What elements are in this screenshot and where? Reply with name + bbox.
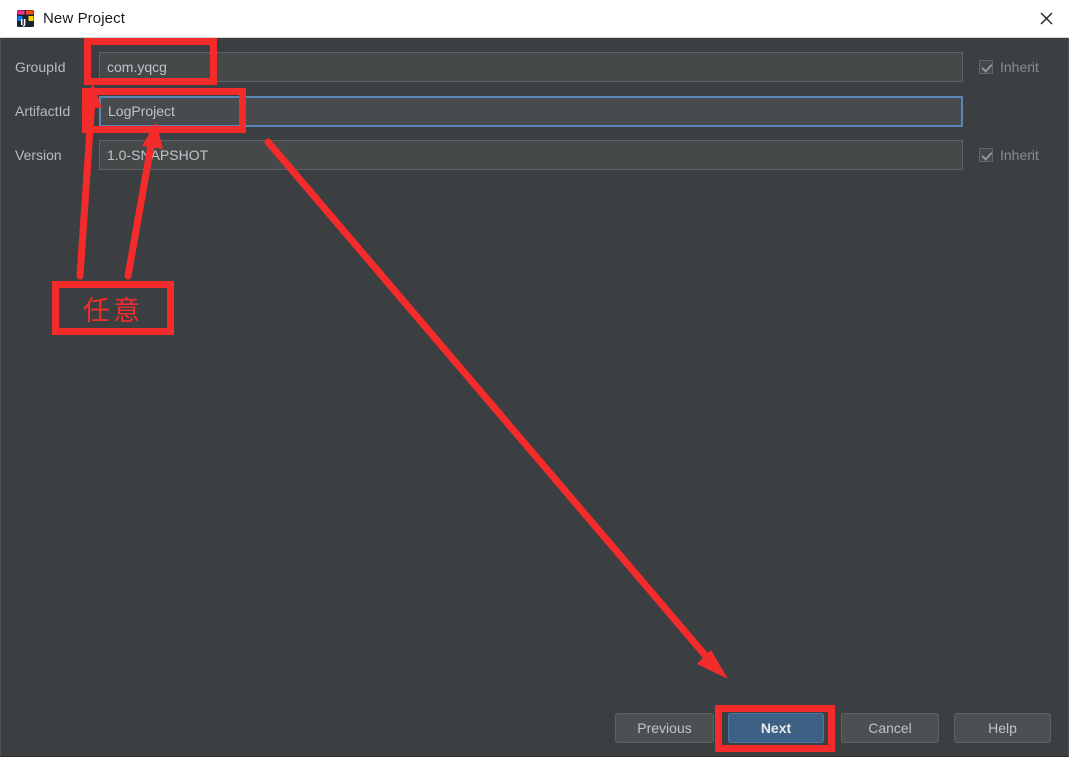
title-bar: IJ New Project (0, 0, 1069, 38)
version-row: Version Inherit (1, 140, 1069, 170)
checkbox-checked-icon[interactable] (979, 60, 993, 74)
previous-button[interactable]: Previous (615, 713, 714, 743)
version-label: Version (15, 147, 62, 163)
new-project-dialog: IJ New Project GroupId Inherit ArtifactI… (0, 0, 1069, 757)
help-button[interactable]: Help (954, 713, 1051, 743)
dialog-body: GroupId Inherit ArtifactId Version Inher… (0, 38, 1069, 757)
cancel-button[interactable]: Cancel (841, 713, 939, 743)
groupid-inherit-label: Inherit (1000, 59, 1039, 75)
next-button[interactable]: Next (728, 713, 824, 743)
groupid-label: GroupId (15, 59, 66, 75)
checkbox-checked-icon[interactable] (979, 148, 993, 162)
artifactid-row: ArtifactId (1, 95, 1069, 127)
svg-text:IJ: IJ (20, 18, 26, 27)
artifactid-input[interactable] (99, 95, 963, 127)
close-icon[interactable] (1023, 0, 1069, 37)
groupid-inherit-checkbox[interactable]: Inherit (979, 59, 1039, 75)
version-input[interactable] (99, 140, 963, 170)
version-inherit-checkbox[interactable]: Inherit (979, 147, 1039, 163)
artifactid-label: ArtifactId (15, 103, 71, 119)
version-inherit-label: Inherit (1000, 147, 1039, 163)
window-title: New Project (43, 10, 125, 27)
intellij-idea-icon: IJ (17, 10, 34, 27)
groupid-input[interactable] (99, 52, 963, 82)
groupid-row: GroupId Inherit (1, 52, 1069, 82)
